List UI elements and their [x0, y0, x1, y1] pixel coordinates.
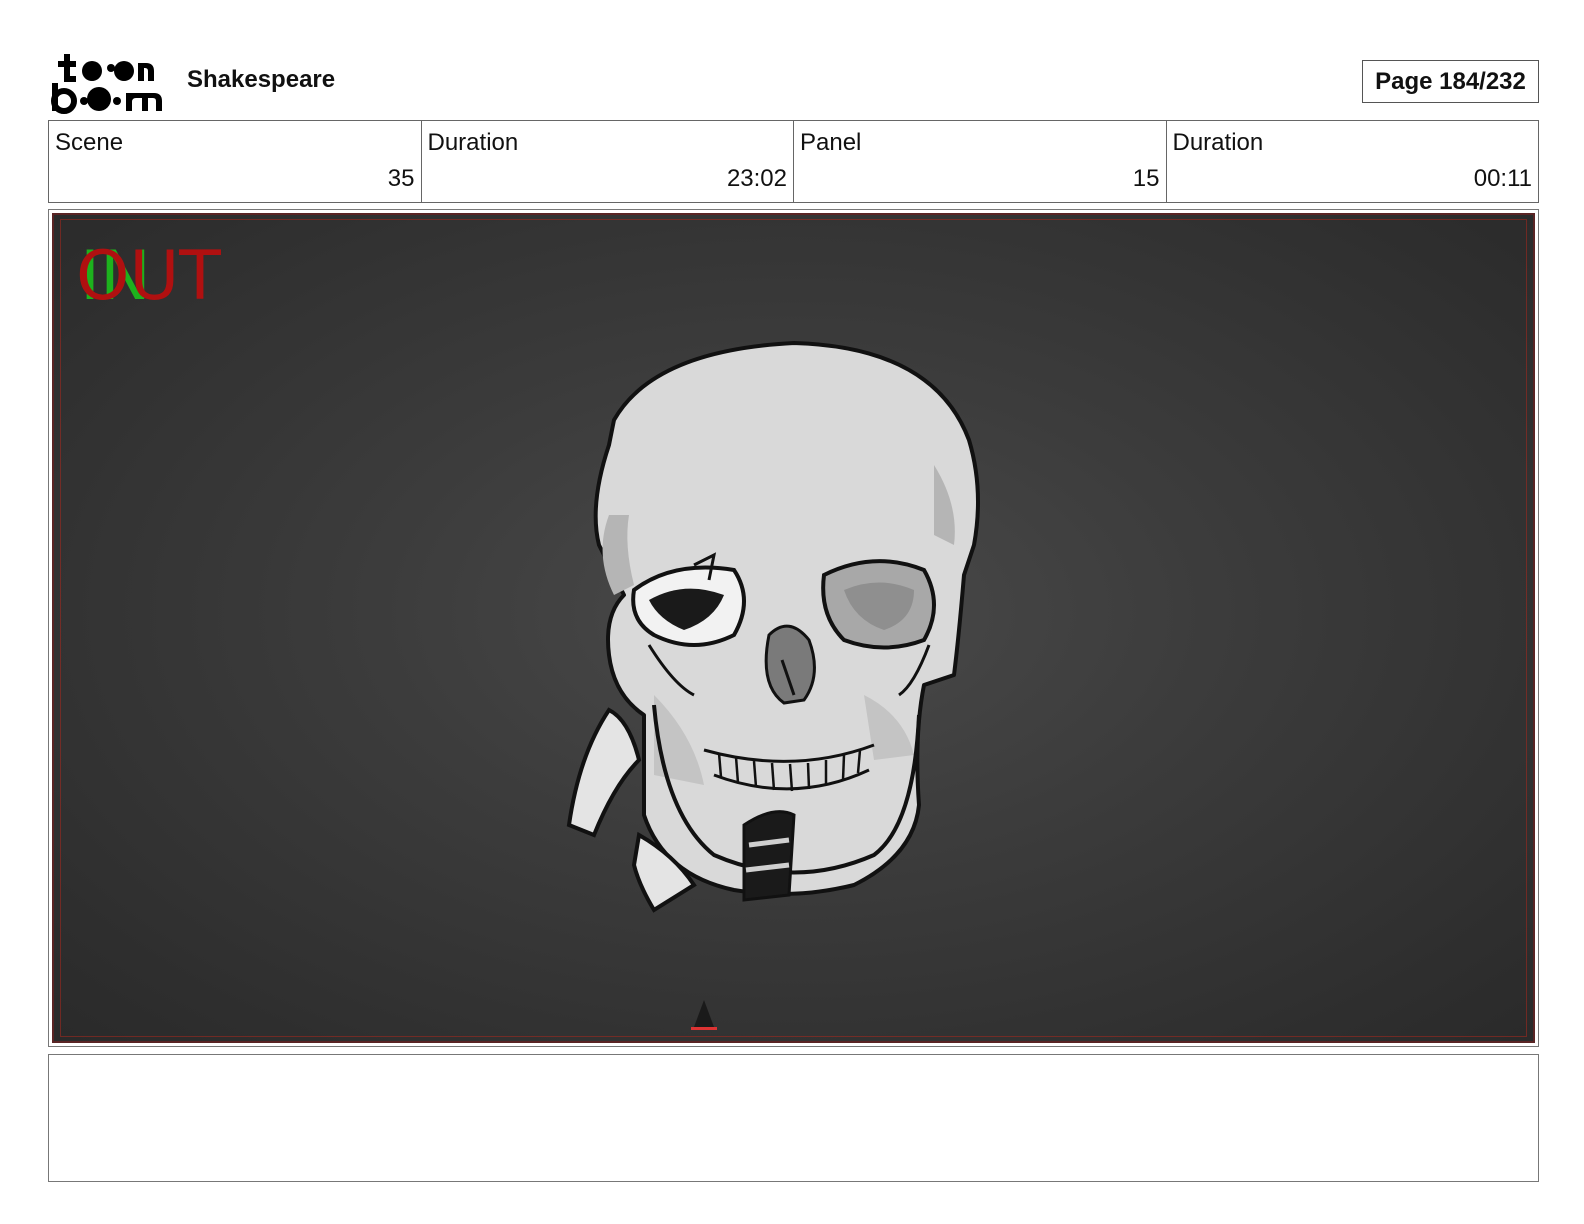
scene-duration-cell: Duration 23:02 — [422, 121, 794, 202]
panel-duration-cell: Duration 00:11 — [1167, 121, 1539, 202]
notes-box[interactable] — [48, 1054, 1539, 1182]
page-indicator-text: Page 184/232 — [1375, 67, 1526, 95]
project-title: Shakespeare — [187, 66, 336, 93]
panel-value: 15 — [1132, 165, 1160, 192]
panel-duration-label: Duration — [1172, 129, 1264, 156]
panel-frame: IN OUT — [48, 209, 1539, 1047]
scene-cell: Scene 35 — [49, 121, 422, 202]
skull-drawing — [566, 341, 980, 1030]
toon-boom-logo — [50, 50, 165, 114]
page-indicator: Page 184/232 — [1362, 60, 1539, 103]
scene-value: 35 — [387, 165, 415, 192]
scene-label: Scene — [55, 129, 124, 156]
info-table: Scene 35 Duration 23:02 Panel 15 Duratio… — [48, 120, 1539, 203]
scene-duration-label: Duration — [427, 129, 519, 156]
panel-image[interactable]: IN OUT — [52, 213, 1535, 1043]
panel-cell: Panel 15 — [794, 121, 1167, 202]
scene-duration-value: 23:02 — [726, 165, 787, 192]
panel-duration-value: 00:11 — [1473, 165, 1532, 192]
panel-label: Panel — [800, 129, 862, 156]
logo-graphic — [51, 54, 162, 114]
out-marker: OUT — [76, 237, 221, 316]
